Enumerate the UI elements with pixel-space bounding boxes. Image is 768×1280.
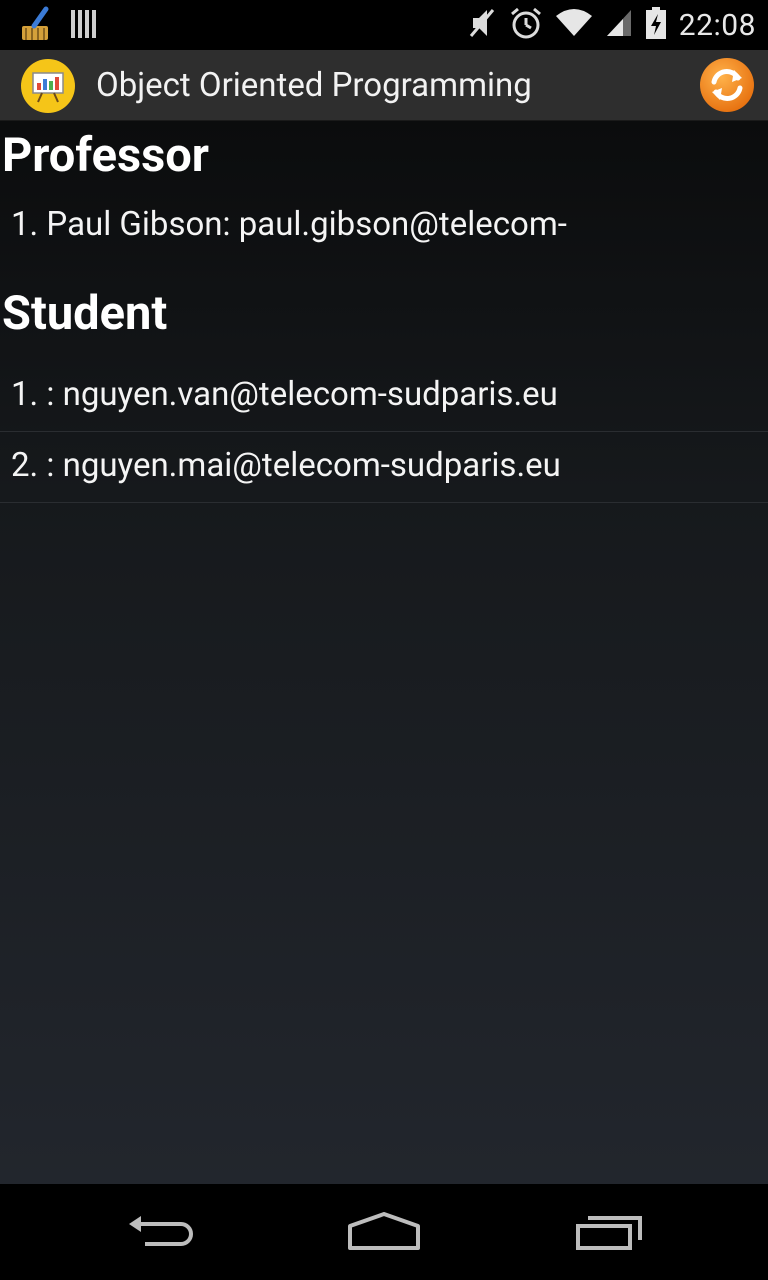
recent-apps-button[interactable] [565, 1202, 655, 1262]
system-status-icons: 22:08 [467, 0, 756, 50]
professor-list: 1. Paul Gibson: paul.gibson@telecom- [0, 191, 768, 261]
refresh-button[interactable] [698, 56, 756, 114]
student-list: 1. : nguyen.van@telecom-sudparis.eu 2. :… [0, 361, 768, 503]
student-header: Student [2, 286, 168, 341]
list-item[interactable]: 2. : nguyen.mai@telecom-sudparis.eu [0, 432, 768, 503]
action-bar: Object Oriented Programming [0, 50, 768, 121]
app-title: Object Oriented Programming [96, 66, 532, 105]
back-button[interactable] [115, 1202, 205, 1262]
signal-icon [605, 8, 633, 42]
refresh-icon[interactable] [698, 56, 756, 114]
recent-apps-icon[interactable] [574, 1212, 646, 1252]
back-icon[interactable] [125, 1212, 195, 1252]
list-item[interactable]: 1. : nguyen.van@telecom-sudparis.eu [0, 361, 768, 432]
navigation-bar [0, 1184, 768, 1280]
alarm-icon [509, 6, 543, 44]
battery-charging-icon [645, 6, 667, 44]
home-icon[interactable] [346, 1212, 422, 1252]
professor-header: Professor [2, 128, 210, 183]
wifi-icon [555, 8, 593, 42]
home-button[interactable] [339, 1202, 429, 1262]
presentation-board-icon[interactable] [20, 58, 76, 114]
broom-icon [18, 6, 52, 46]
status-bar: 22:08 [0, 0, 768, 50]
main-content: Professor 1. Paul Gibson: paul.gibson@te… [0, 121, 768, 1184]
list-item[interactable]: 1. Paul Gibson: paul.gibson@telecom- [0, 191, 768, 261]
barcode-icon [70, 8, 98, 44]
mute-icon [467, 6, 497, 44]
notification-icons [18, 6, 98, 46]
status-time: 22:08 [678, 7, 756, 43]
